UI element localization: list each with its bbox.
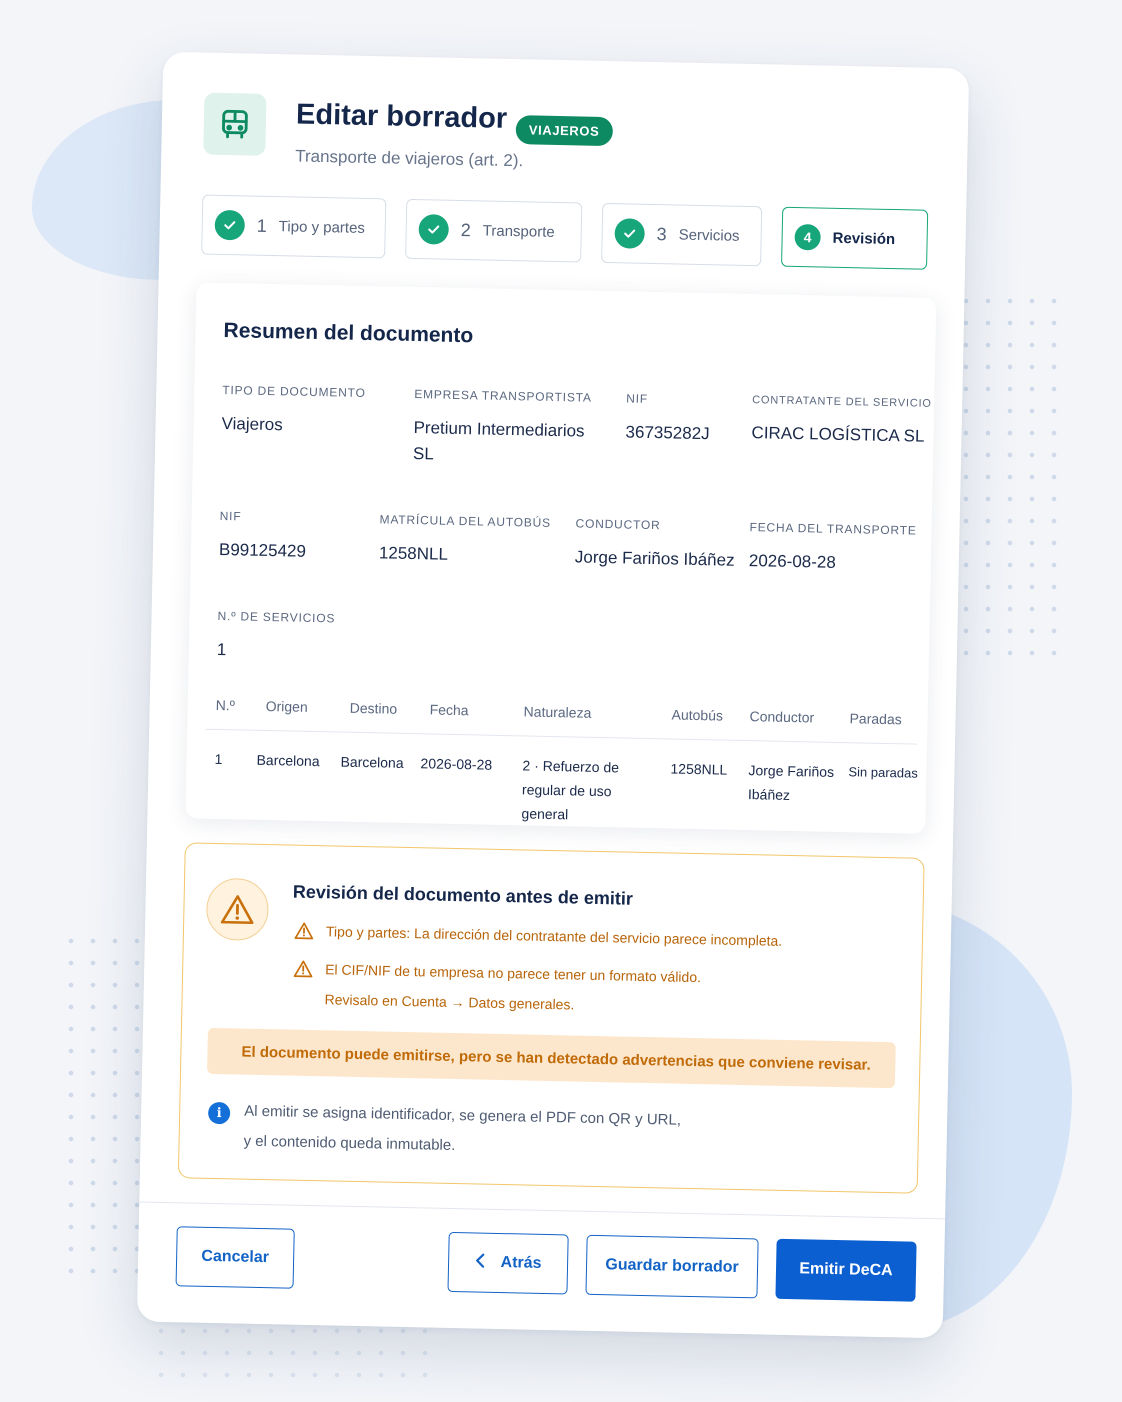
table-cell: 2 · Refuerzo de regular de uso general: [521, 757, 620, 823]
step-label: Servicios: [678, 226, 740, 245]
field-n-servicios: N.º de servicios 1: [217, 609, 388, 667]
warning-item: El CIF/NIF de tu empresa no parece tener…: [292, 954, 701, 1023]
field-label: NIF: [626, 391, 649, 406]
table-cell: Jorge Fariños Ibáñez: [747, 762, 835, 803]
dot-pattern: [955, 290, 1065, 660]
field-tipo-documento: Tipo de documento Viajeros: [221, 383, 392, 441]
field-value: 1258NLL: [378, 543, 449, 564]
step-number: 2: [460, 219, 471, 240]
table-header: Fecha: [429, 701, 469, 719]
step-tipo-y-partes[interactable]: 1 Tipo y partes: [201, 194, 387, 259]
step-label: Tipo y partes: [278, 217, 366, 237]
field-label: Conductor: [575, 516, 661, 533]
cancel-button[interactable]: Cancelar: [175, 1226, 295, 1289]
field-empresa-transportista: Empresa transportista Pretium Intermedia…: [413, 387, 605, 471]
step-number: 3: [656, 223, 667, 244]
emit-deca-button[interactable]: Emitir DeCA: [775, 1238, 917, 1302]
table-header: Destino: [349, 699, 398, 717]
footer-divider: [139, 1201, 946, 1220]
step-number: 1: [256, 215, 267, 236]
field-value: CIRAC LOGÍSTICA SL: [751, 423, 925, 446]
field-value: 1: [216, 639, 227, 660]
back-button[interactable]: Atrás: [447, 1231, 569, 1295]
warning-item: Tipo y partes: La dirección del contrata…: [294, 916, 783, 956]
field-nif-empresa: NIF 36735282J: [625, 391, 736, 447]
step-number: 4: [794, 223, 821, 251]
field-value: Jorge Fariños Ibáñez: [574, 547, 735, 570]
warning-icon: [294, 922, 314, 945]
field-label: Matrícula del autobús: [379, 512, 552, 530]
table-cell: Barcelona: [340, 753, 404, 771]
field-value: Viajeros: [221, 414, 283, 435]
summary-title: Resumen del documento: [223, 319, 474, 348]
field-nif-contratante: NIF B99125429: [219, 509, 370, 566]
warning-alert-banner: El documento puede emitirse, pero se han…: [206, 1027, 896, 1089]
bus-icon: [203, 92, 267, 156]
step-servicios[interactable]: 3 Servicios: [601, 202, 763, 267]
back-label: Atrás: [500, 1254, 542, 1272]
warning-icon: [293, 960, 313, 983]
field-label: Contratante del servicio: [752, 394, 932, 410]
step-revision[interactable]: 4 Revisión: [781, 206, 929, 270]
type-badge: VIAJEROS: [515, 115, 613, 147]
field-value: B99125429: [218, 539, 307, 561]
dot-pattern: [150, 1320, 430, 1380]
document-summary: Resumen del documento Tipo de documento …: [185, 282, 937, 834]
field-label: Tipo de documento: [222, 383, 366, 401]
table-cell: 2026-08-28: [420, 755, 493, 773]
table-cell: Barcelona: [256, 751, 320, 770]
table-cell: Sin paradas: [848, 764, 918, 781]
chevron-left-icon: [474, 1252, 484, 1273]
table-header: N.º: [215, 696, 236, 714]
field-label: Empresa transportista: [414, 387, 592, 405]
step-label: Revisión: [832, 229, 896, 248]
table-header: Autobús: [671, 706, 724, 724]
check-icon: [418, 214, 450, 245]
info-note: i Al emitir se asigna identificador, se …: [207, 1096, 681, 1166]
field-label: N.º de servicios: [217, 608, 336, 626]
edit-draft-dialog: Editar borrador VIAJEROS Transporte de v…: [136, 51, 970, 1339]
table-header: Conductor: [749, 708, 815, 726]
field-label: NIF: [219, 508, 242, 524]
field-contratante: Contratante del servicio CIRAC LOGÍSTICA…: [751, 394, 932, 450]
table-cell: 1: [214, 750, 223, 768]
table-header: Naturaleza: [523, 703, 592, 721]
check-icon: [614, 218, 645, 249]
page-subtitle: Transporte de viajeros (art. 2).: [295, 146, 524, 171]
save-draft-button[interactable]: Guardar borrador: [585, 1234, 759, 1299]
table-cell: 1258NLL: [670, 760, 728, 778]
field-value: 36735282J: [625, 422, 710, 444]
table-header: Origen: [265, 697, 308, 715]
step-label: Transporte: [482, 221, 555, 241]
warning-icon: [205, 877, 270, 942]
review-panel: Revisión del documento antes de emitir T…: [177, 842, 925, 1194]
warning-text: Tipo y partes: La dirección del contrata…: [325, 923, 783, 949]
check-icon: [214, 209, 246, 241]
field-matricula: Matrícula del autobús 1258NLL: [379, 512, 560, 570]
field-value: Pretium Intermediarios SL: [412, 418, 585, 464]
field-value: 2026-08-28: [748, 551, 837, 572]
field-label: Fecha del transporte: [749, 520, 917, 538]
step-transporte[interactable]: 2 Transporte: [405, 198, 583, 263]
table-divider: [205, 728, 918, 745]
info-icon: i: [207, 1101, 231, 1125]
field-fecha: Fecha del transporte 2026-08-28: [749, 520, 920, 578]
page-title: Editar borrador: [295, 98, 508, 135]
review-title: Revisión del documento antes de emitir: [292, 881, 634, 909]
table-header: Paradas: [849, 710, 902, 728]
services-table: N.º Origen Destino Fecha Naturaleza Auto…: [205, 683, 918, 822]
field-conductor: Conductor Jorge Fariños Ibáñez: [575, 516, 746, 574]
